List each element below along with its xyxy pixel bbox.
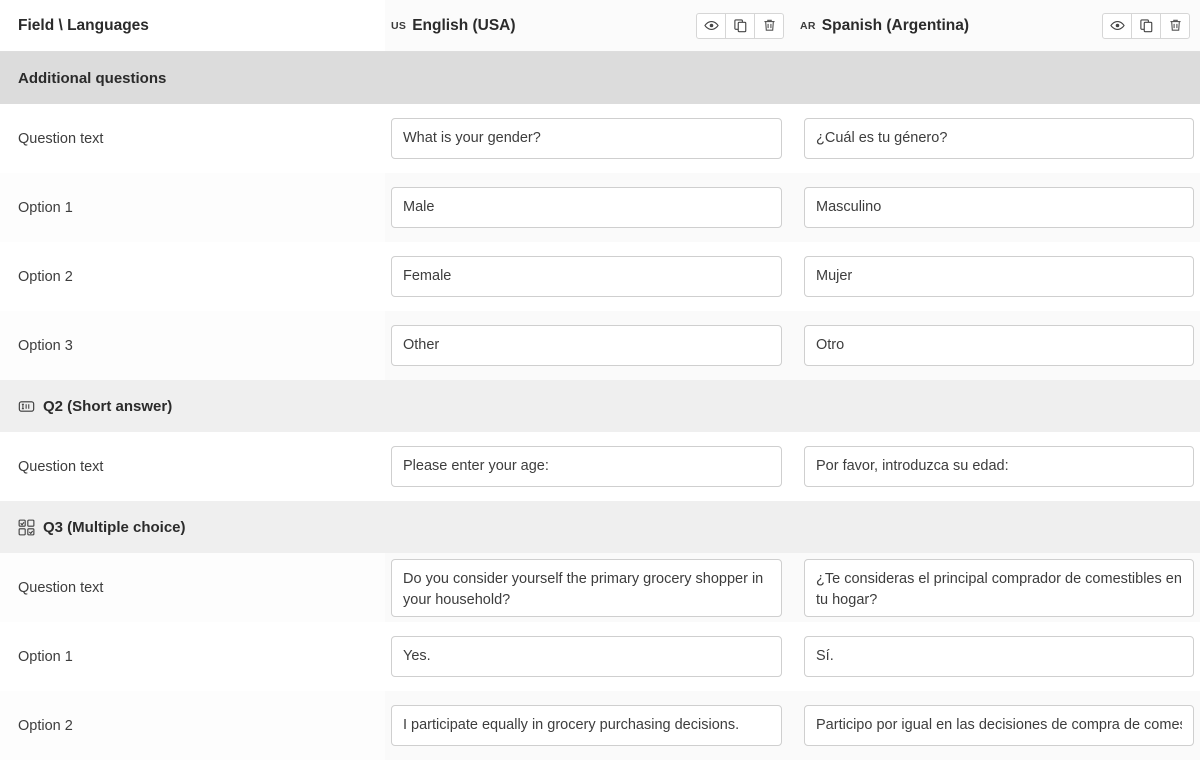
preview-button-es[interactable] <box>1102 13 1132 39</box>
language-column-header-en: US English (USA) <box>385 0 794 51</box>
language-code-es: AR <box>800 20 816 32</box>
translation-cell-en <box>385 104 794 173</box>
row-label: Option 1 <box>18 200 73 216</box>
translation-input-es[interactable] <box>804 705 1194 746</box>
delete-button-es[interactable] <box>1160 13 1190 39</box>
delete-button-en[interactable] <box>754 13 784 39</box>
translation-cell-en <box>385 173 794 242</box>
translation-input-en[interactable] <box>391 118 782 159</box>
language-name-en: US English (USA) <box>391 17 516 35</box>
translation-cell-es <box>794 242 1200 311</box>
translation-cell-en <box>385 622 794 691</box>
table-row: Question text <box>0 553 1200 622</box>
translation-cell-es <box>794 432 1200 501</box>
eye-icon <box>1110 18 1125 33</box>
translation-cell-es <box>794 691 1200 760</box>
trash-icon <box>762 18 777 33</box>
row-label-cell: Option 2 <box>0 242 385 311</box>
language-actions-es <box>1102 13 1190 39</box>
row-label: Option 2 <box>18 269 73 285</box>
translation-input-es[interactable] <box>804 187 1194 228</box>
row-label-cell: Option 2 <box>0 691 385 760</box>
table-body: Additional questions Question text Option … <box>0 52 1200 760</box>
translation-input-en[interactable] <box>391 705 782 746</box>
short-answer-icon <box>18 398 35 415</box>
language-name-es: AR Spanish (Argentina) <box>800 17 969 35</box>
copy-button-en[interactable] <box>725 13 755 39</box>
language-code-en: US <box>391 20 406 32</box>
eye-icon <box>704 18 719 33</box>
translation-input-en[interactable] <box>391 187 782 228</box>
section-title-label: Q2 (Short answer) <box>43 398 172 415</box>
translation-input-en[interactable] <box>391 325 782 366</box>
multiple-choice-icon <box>18 519 35 536</box>
table-row: Option 1 <box>0 622 1200 691</box>
translation-input-en[interactable] <box>391 636 782 677</box>
row-label-cell: Question text <box>0 553 385 622</box>
translation-grid: Field \ Languages US English (USA) <box>0 0 1200 760</box>
translation-cell-es <box>794 104 1200 173</box>
section-header-q2: Q2 (Short answer) <box>0 380 1200 432</box>
row-label-cell: Option 3 <box>0 311 385 380</box>
copy-icon <box>1139 18 1154 33</box>
language-actions-en <box>696 13 784 39</box>
row-label-cell: Question text <box>0 432 385 501</box>
table-row: Option 2 <box>0 242 1200 311</box>
section-title-q3: Q3 (Multiple choice) <box>0 519 186 536</box>
copy-icon <box>733 18 748 33</box>
language-label-en: English (USA) <box>412 17 515 35</box>
translation-input-es[interactable] <box>804 256 1194 297</box>
section-header-additional-questions: Additional questions <box>0 52 1200 104</box>
row-label: Question text <box>18 580 103 596</box>
row-label: Question text <box>18 131 103 147</box>
row-label: Option 3 <box>18 338 73 354</box>
row-label: Option 1 <box>18 649 73 665</box>
translation-cell-en <box>385 691 794 760</box>
section-title-additional-questions: Additional questions <box>0 70 166 87</box>
language-column-header-es: AR Spanish (Argentina) <box>794 0 1200 51</box>
translation-input-en[interactable] <box>391 446 782 487</box>
translation-input-es[interactable] <box>804 559 1194 617</box>
row-label: Option 2 <box>18 718 73 734</box>
section-title-label: Q3 (Multiple choice) <box>43 519 186 536</box>
copy-button-es[interactable] <box>1131 13 1161 39</box>
row-label-cell: Question text <box>0 104 385 173</box>
row-label-cell: Option 1 <box>0 622 385 691</box>
table-row: Option 3 <box>0 311 1200 380</box>
row-label-cell: Option 1 <box>0 173 385 242</box>
language-label-es: Spanish (Argentina) <box>822 17 969 35</box>
translation-input-en[interactable] <box>391 256 782 297</box>
table-header-row: Field \ Languages US English (USA) <box>0 0 1200 52</box>
section-title-label: Additional questions <box>18 70 166 87</box>
translation-cell-es <box>794 553 1200 622</box>
field-column-label: Field \ Languages <box>18 17 149 35</box>
translation-cell-en <box>385 242 794 311</box>
translation-cell-en <box>385 432 794 501</box>
translation-cell-en <box>385 553 794 622</box>
translation-input-es[interactable] <box>804 118 1194 159</box>
trash-icon <box>1168 18 1183 33</box>
translation-cell-es <box>794 311 1200 380</box>
section-title-q2: Q2 (Short answer) <box>0 398 172 415</box>
translation-input-es[interactable] <box>804 636 1194 677</box>
section-header-q3: Q3 (Multiple choice) <box>0 501 1200 553</box>
preview-button-en[interactable] <box>696 13 726 39</box>
translation-cell-en <box>385 311 794 380</box>
field-column-header: Field \ Languages <box>0 0 385 51</box>
table-row: Question text <box>0 104 1200 173</box>
row-label: Question text <box>18 459 103 475</box>
table-row: Question text <box>0 432 1200 501</box>
translation-input-es[interactable] <box>804 446 1194 487</box>
translation-cell-es <box>794 622 1200 691</box>
translation-cell-es <box>794 173 1200 242</box>
translation-input-en[interactable] <box>391 559 782 617</box>
table-row: Option 2 <box>0 691 1200 760</box>
table-row: Option 1 <box>0 173 1200 242</box>
translation-input-es[interactable] <box>804 325 1194 366</box>
